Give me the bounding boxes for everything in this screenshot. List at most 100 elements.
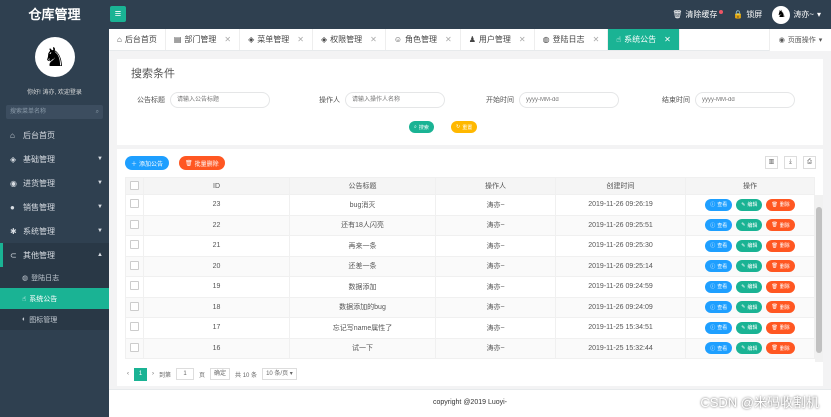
menu-toggle-icon[interactable]: ≡ bbox=[110, 6, 126, 22]
select-all-checkbox[interactable] bbox=[130, 180, 139, 190]
delete-button[interactable]: 🗑 删除 bbox=[766, 219, 795, 232]
view-button[interactable]: ⓘ 查看 bbox=[705, 280, 733, 293]
edit-button[interactable]: ✎ 编辑 bbox=[736, 219, 763, 232]
close-icon[interactable]: ✕ bbox=[664, 35, 671, 44]
close-icon[interactable]: ✕ bbox=[593, 35, 600, 44]
view-button[interactable]: ⓘ 查看 bbox=[705, 198, 733, 211]
tab-user[interactable]: ♟ 用户管理 ✕ bbox=[461, 29, 535, 50]
view-button[interactable]: ⓘ 查看 bbox=[705, 301, 733, 314]
clear-cache-button[interactable]: 🗑 清除缓存 bbox=[672, 9, 724, 20]
tab-menu[interactable]: ◈ 菜单管理 ✕ bbox=[240, 29, 313, 50]
cell-title: 忘记写name属性了 bbox=[289, 317, 436, 339]
row-checkbox[interactable] bbox=[130, 322, 139, 332]
goto-confirm-button[interactable]: 确定 bbox=[210, 368, 231, 380]
lock-screen-button[interactable]: 🔒 锁屏 bbox=[733, 9, 762, 20]
close-icon[interactable]: ✕ bbox=[224, 35, 231, 44]
view-button[interactable]: ⓘ 查看 bbox=[705, 219, 733, 232]
table-scrollbar[interactable] bbox=[815, 195, 823, 386]
page-operations-dropdown[interactable]: ◉ 页面操作 ▾ bbox=[769, 29, 831, 51]
sidebar-subitem-icon-mgmt[interactable]: ◐ 图标管理 bbox=[0, 309, 109, 330]
delete-button[interactable]: 🗑 删除 bbox=[766, 280, 795, 293]
reset-button[interactable]: ↻ 重置 bbox=[451, 121, 478, 133]
delete-button[interactable]: 🗑 删除 bbox=[766, 239, 795, 252]
edit-button[interactable]: ✎ 编辑 bbox=[736, 198, 763, 211]
home-icon: ⌂ bbox=[10, 130, 15, 140]
table-row[interactable]: 23 bug消灭 涛亦~ 2019-11-26 09:26:19 ⓘ 查看 ✎ 编辑 🗑 删除 bbox=[125, 194, 815, 216]
delete-button[interactable]: 🗑 删除 bbox=[766, 342, 795, 355]
tab-permission[interactable]: ◈ 权限管理 ✕ bbox=[313, 29, 386, 50]
delete-button[interactable]: 🗑 删除 bbox=[766, 260, 795, 273]
end-time-input[interactable] bbox=[695, 92, 795, 108]
sidebar-subitem-login-log[interactable]: ◍ 登陆日志 bbox=[0, 267, 109, 288]
table-row[interactable]: 20 还差一条 涛亦~ 2019-11-26 09:25:14 ⓘ 查看 ✎ 编辑 🗑 删除 bbox=[125, 255, 815, 277]
close-icon[interactable]: ✕ bbox=[297, 35, 304, 44]
close-icon[interactable]: ✕ bbox=[445, 35, 452, 44]
user-menu[interactable]: ♞ 涛亦~ ▾ bbox=[772, 5, 821, 24]
sidebar-item-purchase[interactable]: ◉ 进货管理 ▼ bbox=[0, 171, 109, 195]
current-page[interactable]: 1 bbox=[134, 367, 147, 381]
col-operator[interactable]: 操作人 bbox=[435, 177, 556, 195]
delete-button[interactable]: 🗑 删除 bbox=[766, 198, 795, 211]
view-button[interactable]: ⓘ 查看 bbox=[705, 239, 733, 252]
cell-created-time: 2019-11-26 09:26:19 bbox=[555, 194, 686, 216]
search-button[interactable]: ⌕ 搜索 bbox=[409, 121, 434, 133]
edit-button[interactable]: ✎ 编辑 bbox=[736, 342, 763, 355]
sidebar-item-home[interactable]: ⌂ 后台首页 bbox=[0, 123, 109, 147]
scrollbar-thumb[interactable] bbox=[816, 207, 822, 353]
row-checkbox[interactable] bbox=[130, 260, 139, 270]
prev-page-icon[interactable]: ‹ bbox=[127, 371, 129, 377]
columns-icon[interactable]: ▥ bbox=[765, 156, 778, 169]
row-checkbox[interactable] bbox=[130, 240, 139, 250]
batch-delete-button[interactable]: 🗑 批量删除 bbox=[179, 156, 225, 170]
tab-department[interactable]: ▤ 部门管理 ✕ bbox=[166, 29, 241, 50]
col-title[interactable]: 公告标题 bbox=[289, 177, 436, 195]
col-id[interactable]: ID bbox=[143, 177, 290, 195]
edit-button[interactable]: ✎ 编辑 bbox=[736, 260, 763, 273]
tab-login-log[interactable]: ◍ 登陆日志 ✕ bbox=[535, 29, 609, 50]
cube-icon: ◈ bbox=[248, 35, 255, 44]
table-row[interactable]: 21 再来一条 涛亦~ 2019-11-26 09:25:30 ⓘ 查看 ✎ 编辑 🗑 删除 bbox=[125, 235, 815, 257]
next-page-icon[interactable]: › bbox=[152, 371, 154, 377]
table-row[interactable]: 19 数据添加 涛亦~ 2019-11-26 09:24:59 ⓘ 查看 ✎ 编辑 🗑 删除 bbox=[125, 276, 815, 298]
tab-role[interactable]: ☺ 角色管理 ✕ bbox=[386, 29, 461, 50]
table-row[interactable]: 22 还有18人闪亮 涛亦~ 2019-11-26 09:25:51 ⓘ 查看 ✎ 编辑 🗑 删除 bbox=[125, 214, 815, 236]
view-button[interactable]: ⓘ 查看 bbox=[705, 260, 733, 273]
add-notice-button[interactable]: ＋ 添加公告 bbox=[125, 156, 170, 170]
sidebar-search-input[interactable]: 搜索菜单名称 ⌕ bbox=[6, 105, 103, 119]
edit-button[interactable]: ✎ 编辑 bbox=[736, 239, 763, 252]
operator-input[interactable] bbox=[345, 92, 445, 108]
close-icon[interactable]: ✕ bbox=[370, 35, 377, 44]
table-row[interactable]: 16 试一下 涛亦~ 2019-11-25 15:32:44 ⓘ 查看 ✎ 编辑 🗑 删除 bbox=[125, 337, 815, 359]
sidebar-item-other[interactable]: ⊂ 其他管理 ▲ bbox=[0, 243, 109, 267]
row-checkbox[interactable] bbox=[130, 219, 139, 229]
row-checkbox[interactable] bbox=[130, 301, 139, 311]
edit-button[interactable]: ✎ 编辑 bbox=[736, 321, 763, 334]
page-number-input[interactable]: 1 bbox=[176, 368, 195, 380]
page-size-select[interactable]: 10 条/页 ▾ bbox=[262, 368, 297, 380]
edit-button[interactable]: ✎ 编辑 bbox=[736, 280, 763, 293]
table-row[interactable]: 17 忘记写name属性了 涛亦~ 2019-11-25 15:34:51 ⓘ 查看 ✎ 编辑… bbox=[125, 317, 815, 339]
delete-button[interactable]: 🗑 删除 bbox=[766, 301, 795, 314]
tab-home[interactable]: ⌂ 后台首页 bbox=[109, 29, 166, 50]
close-icon[interactable]: ✕ bbox=[519, 35, 526, 44]
view-button[interactable]: ⓘ 查看 bbox=[705, 321, 733, 334]
view-button[interactable]: ⓘ 查看 bbox=[705, 342, 733, 355]
tab-notice[interactable]: ☝ 系统公告 ✕ bbox=[608, 29, 680, 50]
sidebar-item-basic[interactable]: ◈ 基础管理 ▼ bbox=[0, 147, 109, 171]
row-checkbox[interactable] bbox=[130, 199, 139, 209]
col-created-time[interactable]: 创建时间 bbox=[555, 177, 686, 195]
row-checkbox[interactable] bbox=[130, 342, 139, 352]
edit-button[interactable]: ✎ 编辑 bbox=[736, 301, 763, 314]
sidebar-item-system[interactable]: ✱ 系统管理 ▼ bbox=[0, 219, 109, 243]
start-time-input[interactable] bbox=[519, 92, 619, 108]
sidebar-subitem-notice[interactable]: ☝ 系统公告 bbox=[0, 288, 109, 309]
avatar[interactable]: ♞ bbox=[34, 37, 75, 77]
table-row[interactable]: 18 数据添加的bug 涛亦~ 2019-11-26 09:24:09 ⓘ 查看 ✎ 编辑 🗑 删… bbox=[125, 296, 815, 318]
sidebar-item-sales[interactable]: ● 销售管理 ▼ bbox=[0, 195, 109, 219]
delete-button[interactable]: 🗑 删除 bbox=[766, 321, 795, 334]
export-icon[interactable]: ⤓ bbox=[784, 156, 797, 169]
row-checkbox[interactable] bbox=[130, 281, 139, 291]
print-icon[interactable]: ⎙ bbox=[803, 156, 816, 169]
title-input[interactable] bbox=[170, 92, 270, 108]
trash-icon: 🗑 bbox=[771, 345, 778, 352]
